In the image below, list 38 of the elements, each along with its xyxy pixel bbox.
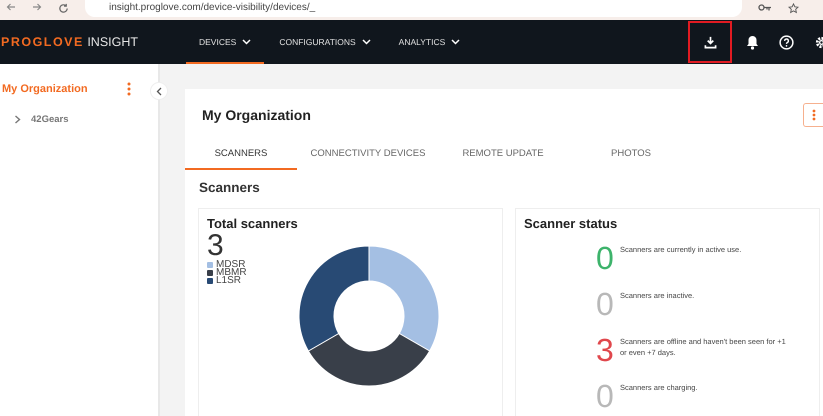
- kebab-menu-icon[interactable]: [127, 82, 131, 96]
- address-bar[interactable]: insight.proglove.com/device-visibility/devices/_: [85, 0, 742, 17]
- tree-item[interactable]: 42Gears: [31, 114, 69, 125]
- download-icon[interactable]: [704, 36, 716, 48]
- status-count: 0: [596, 285, 612, 323]
- legend-label: MBMR: [216, 269, 247, 277]
- help-icon[interactable]: [779, 34, 794, 50]
- back-arrow-icon[interactable]: [6, 3, 16, 11]
- section-heading: Scanners: [198, 179, 261, 195]
- more-options-button[interactable]: [803, 103, 823, 127]
- reload-icon[interactable]: [58, 3, 69, 14]
- notification-bell-icon[interactable]: [746, 34, 759, 50]
- tab[interactable]: SCANNERS: [185, 140, 297, 170]
- collapse-sidebar-button[interactable]: [150, 82, 168, 100]
- page-title: My Organization: [202, 107, 311, 123]
- tab[interactable]: PHOTOS: [567, 140, 695, 170]
- tab[interactable]: CONNECTIVITY DEVICES: [297, 140, 439, 170]
- chevron-down-icon: [242, 39, 252, 45]
- key-icon[interactable]: [758, 3, 772, 12]
- chevron-left-icon: [156, 86, 162, 96]
- panel-title: Scanner status: [524, 216, 618, 231]
- chevron-icon[interactable]: [14, 115, 21, 124]
- forward-arrow-icon[interactable]: [32, 3, 42, 11]
- chevron-down-icon: [362, 39, 371, 45]
- status-count: 0: [596, 377, 612, 415]
- tab[interactable]: REMOTE UPDATE: [439, 140, 567, 170]
- logo[interactable]: PROGLOVE INSIGHT: [1, 35, 186, 49]
- nav-menu-item[interactable]: CONFIGURATIONS: [266, 20, 384, 64]
- kebab-icon: [812, 109, 816, 121]
- status-count: 0: [596, 239, 612, 277]
- legend-label: L1SR: [216, 277, 242, 285]
- legend-label: MDSR: [216, 261, 246, 269]
- panel-title: Total scanners: [207, 216, 299, 231]
- nav-menu-item[interactable]: ANALYTICS: [386, 20, 474, 64]
- total-count: 3: [207, 231, 224, 261]
- chevron-down-icon: [451, 39, 460, 45]
- star-icon[interactable]: [788, 3, 799, 14]
- status-count: 3: [596, 331, 612, 369]
